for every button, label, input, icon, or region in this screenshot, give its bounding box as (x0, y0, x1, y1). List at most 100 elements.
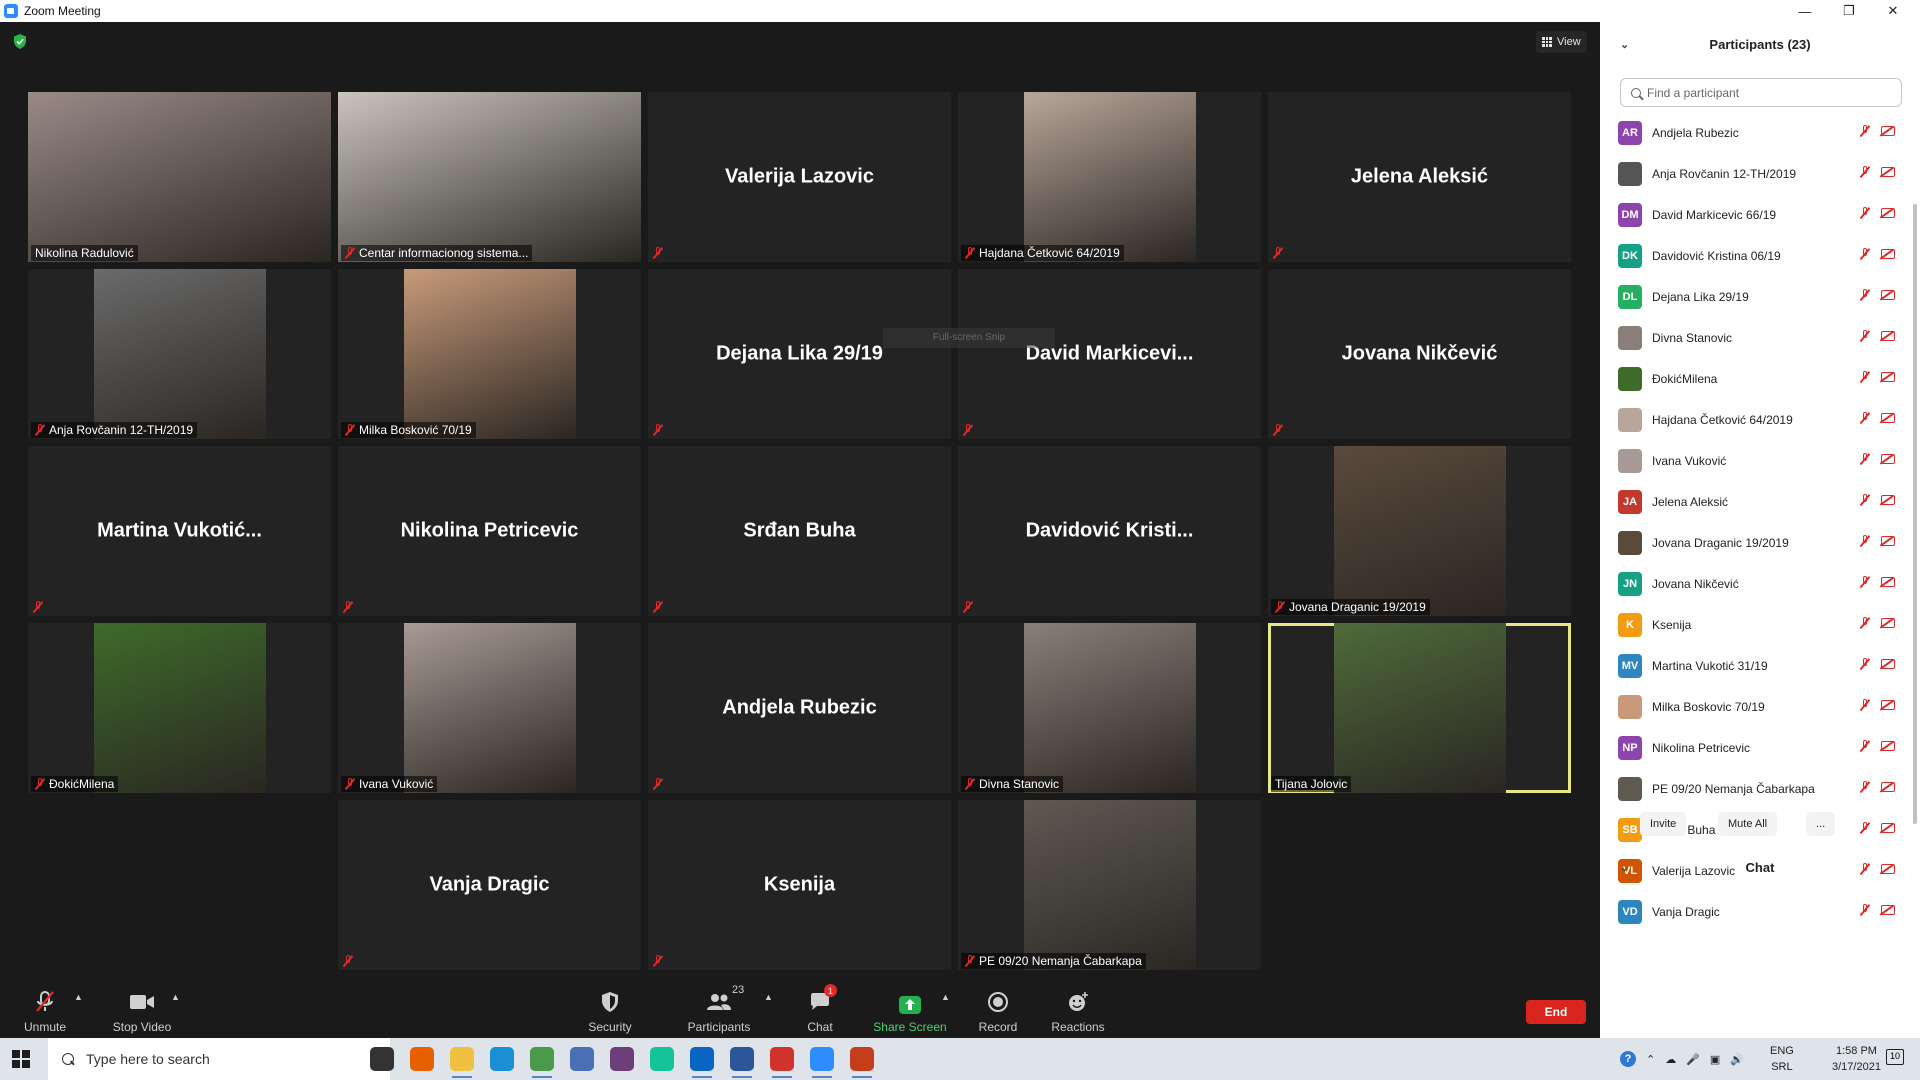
video-options-caret-icon[interactable]: ▲ (171, 992, 180, 1002)
participant-row[interactable]: AR Andjela Rubezic (1600, 112, 1914, 153)
muted-mic-icon[interactable] (1860, 576, 1870, 588)
participant-row[interactable]: DL Dejana Lika 29/19 (1600, 276, 1914, 317)
participant-list-scrollbar[interactable] (1912, 124, 1918, 954)
video-tile[interactable]: Valerija Lazovic (648, 92, 951, 262)
video-tile[interactable]: PE 09/20 Nemanja Čabarkapa (958, 800, 1261, 970)
zoom-icon[interactable] (810, 1047, 834, 1078)
video-off-icon[interactable] (1881, 782, 1895, 792)
network-icon[interactable]: ▣ (1710, 1053, 1720, 1066)
video-off-icon[interactable] (1881, 167, 1895, 177)
muted-mic-icon[interactable] (1860, 740, 1870, 752)
video-off-icon[interactable] (1881, 659, 1895, 669)
video-tile[interactable]: Jovana Draganic 19/2019 (1268, 446, 1571, 616)
video-tile[interactable]: Divna Stanovic (958, 623, 1261, 793)
slack-icon[interactable] (610, 1047, 634, 1071)
app-blue-icon[interactable] (570, 1047, 594, 1071)
outlook-icon[interactable] (690, 1047, 714, 1078)
task-view-icon[interactable] (370, 1047, 394, 1071)
video-off-icon[interactable] (1881, 741, 1895, 751)
video-tile[interactable]: Ksenija (648, 800, 951, 970)
windows-start-icon[interactable] (12, 1050, 30, 1068)
muted-mic-icon[interactable] (1860, 125, 1870, 137)
record-button[interactable]: Record (978, 980, 1018, 1038)
participant-row[interactable]: JA Jelena Aleksić (1600, 481, 1914, 522)
video-off-icon[interactable] (1881, 577, 1895, 587)
notifications-icon[interactable]: 10 (1886, 1049, 1904, 1065)
end-meeting-button[interactable]: End (1526, 1000, 1586, 1024)
participants-button[interactable]: 23 Participants (684, 980, 754, 1038)
video-off-icon[interactable] (1881, 618, 1895, 628)
share-options-caret-icon[interactable]: ▲ (941, 992, 950, 1002)
firefox-icon[interactable] (410, 1047, 434, 1071)
muted-mic-icon[interactable] (1860, 822, 1870, 834)
video-tile[interactable]: Jovana Nikčević (1268, 269, 1571, 439)
microphone-tray-icon[interactable]: 🎤 (1686, 1053, 1700, 1066)
participant-row[interactable]: PE 09/20 Nemanja Čabarkapa (1600, 768, 1914, 809)
video-tile[interactable]: Milka Bosković 70/19 (338, 269, 641, 439)
video-off-icon[interactable] (1881, 126, 1895, 136)
participant-row[interactable]: DK Davidović Kristina 06/19 (1600, 235, 1914, 276)
participant-row[interactable]: Anja Rovčanin 12-TH/2019 (1600, 153, 1914, 194)
reactions-button[interactable]: Reactions (1050, 980, 1106, 1038)
muted-mic-icon[interactable] (1860, 904, 1870, 916)
participant-row[interactable]: MV Martina Vukotić 31/19 (1600, 645, 1914, 686)
video-tile[interactable]: Dejana Lika 29/19 (648, 269, 951, 439)
participants-options-caret-icon[interactable]: ▲ (764, 992, 773, 1002)
participant-row[interactable]: Hajdana Četković 64/2019 (1600, 399, 1914, 440)
muted-mic-icon[interactable] (1860, 617, 1870, 629)
unmute-button[interactable]: Unmute (20, 980, 70, 1038)
taskbar-clock[interactable]: 1:58 PM 3/17/2021 (1832, 1043, 1881, 1075)
muted-mic-icon[interactable] (1860, 699, 1870, 711)
muted-mic-icon[interactable] (1860, 658, 1870, 670)
video-off-icon[interactable] (1881, 536, 1895, 546)
video-tile[interactable]: Hajdana Četković 64/2019 (958, 92, 1261, 262)
muted-mic-icon[interactable] (1860, 289, 1870, 301)
video-off-icon[interactable] (1881, 823, 1895, 833)
mute-all-button[interactable]: Mute All (1718, 812, 1778, 836)
muted-mic-icon[interactable] (1860, 248, 1870, 260)
muted-mic-icon[interactable] (1860, 330, 1870, 342)
participant-search-input[interactable] (1647, 85, 1887, 100)
audio-options-caret-icon[interactable]: ▲ (74, 992, 83, 1002)
video-off-icon[interactable] (1881, 905, 1895, 915)
participant-row[interactable]: Jovana Draganic 19/2019 (1600, 522, 1914, 563)
participant-row[interactable]: ĐokićMilena (1600, 358, 1914, 399)
volume-icon[interactable]: 🔊 (1730, 1053, 1744, 1066)
chrome-icon[interactable] (530, 1047, 554, 1078)
video-tile[interactable]: Martina Vukotić... (28, 446, 331, 616)
video-tile[interactable]: Srđan Buha (648, 446, 951, 616)
more-options-button[interactable]: ... (1806, 812, 1836, 836)
video-tile[interactable]: Tijana Jolovic (1268, 623, 1571, 793)
video-tile[interactable]: Andjela Rubezic (648, 623, 951, 793)
video-off-icon[interactable] (1881, 331, 1895, 341)
muted-mic-icon[interactable] (1860, 535, 1870, 547)
participant-row[interactable]: Ivana Vuković (1600, 440, 1914, 481)
video-off-icon[interactable] (1881, 413, 1895, 423)
muted-mic-icon[interactable] (1860, 207, 1870, 219)
security-button[interactable]: Security (584, 980, 636, 1038)
video-off-icon[interactable] (1881, 495, 1895, 505)
input-language-indicator[interactable]: ENG SRL (1770, 1043, 1794, 1075)
video-tile[interactable]: Ivana Vuković (338, 623, 641, 793)
edge-icon[interactable] (490, 1047, 514, 1071)
video-tile[interactable]: Jelena Aleksić (1268, 92, 1571, 262)
video-tile[interactable]: Nikolina Radulović (28, 92, 331, 262)
share-screen-button[interactable]: Share Screen (872, 980, 948, 1038)
participant-row[interactable]: DM David Markicevic 66/19 (1600, 194, 1914, 235)
chat-panel-header[interactable]: ⌄ Chat (1600, 852, 1920, 882)
file-explorer-icon[interactable] (450, 1047, 474, 1078)
video-off-icon[interactable] (1881, 372, 1895, 382)
muted-mic-icon[interactable] (1860, 371, 1870, 383)
taskbar-search-box[interactable]: Type here to search (48, 1038, 390, 1080)
participant-row[interactable]: JN Jovana Nikčević (1600, 563, 1914, 604)
participant-row[interactable]: VD Vanja Dragic (1600, 891, 1914, 932)
chat-button[interactable]: 1 Chat (802, 980, 838, 1038)
participant-row[interactable]: Divna Stanovic (1600, 317, 1914, 358)
chat-collapse-chevron-icon[interactable]: ⌄ (1620, 861, 1629, 874)
participant-row[interactable]: NP Nikolina Petricevic (1600, 727, 1914, 768)
powerpoint-icon[interactable] (850, 1047, 874, 1078)
video-tile[interactable]: David Markicevi... (958, 269, 1261, 439)
video-off-icon[interactable] (1881, 249, 1895, 259)
restore-icon[interactable]: ❐ (1826, 0, 1872, 22)
help-icon[interactable]: ? (1620, 1051, 1636, 1067)
